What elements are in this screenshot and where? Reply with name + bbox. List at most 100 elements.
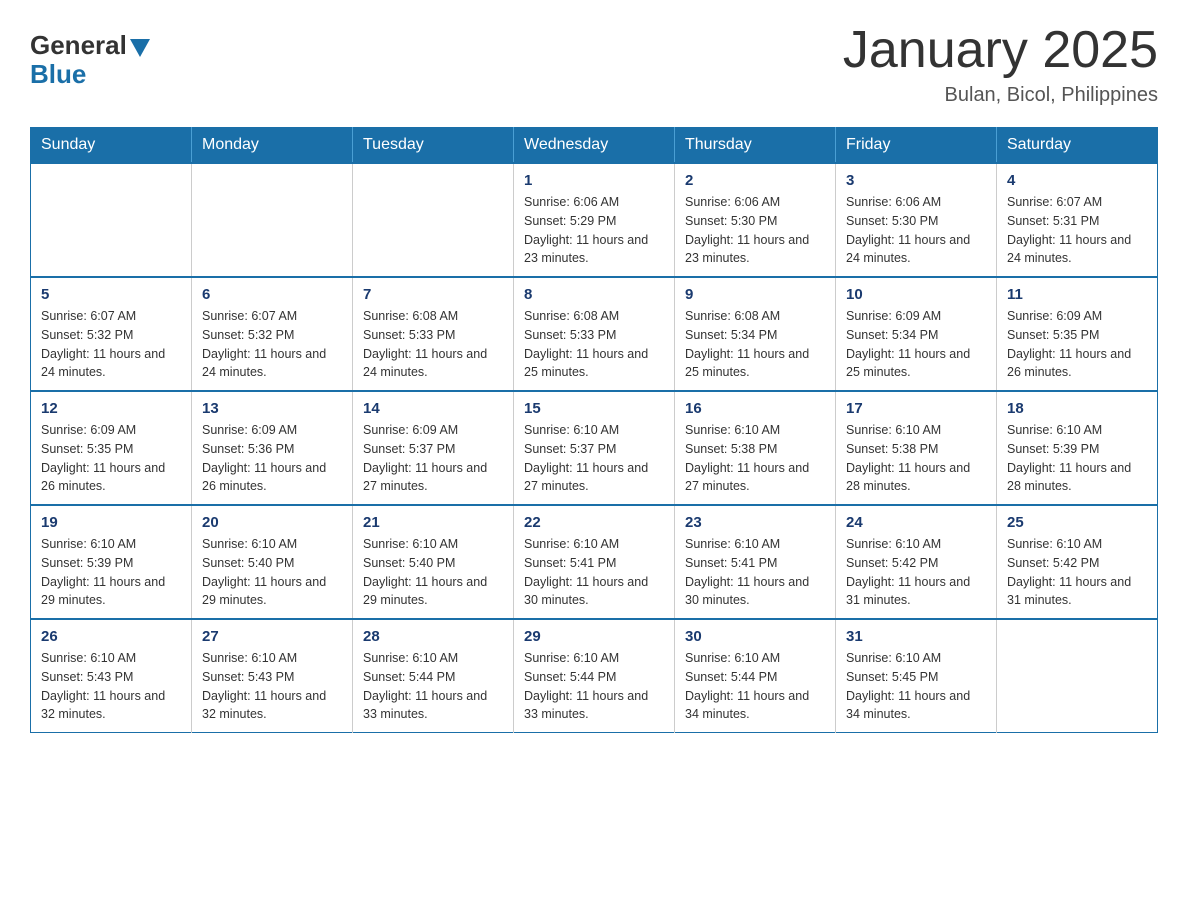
calendar-day-cell: 27 Sunrise: 6:10 AM Sunset: 5:43 PM Dayli…: [192, 619, 353, 733]
day-number: 8: [524, 286, 664, 303]
logo-general-text: General: [30, 30, 150, 61]
calendar-day-cell: 2 Sunrise: 6:06 AM Sunset: 5:30 PM Daylig…: [675, 163, 836, 277]
day-number: 25: [1007, 514, 1147, 531]
day-info: Sunrise: 6:10 AM Sunset: 5:44 PM Dayligh…: [685, 649, 825, 724]
day-number: 18: [1007, 400, 1147, 417]
calendar-day-cell: [353, 163, 514, 277]
header-tuesday: Tuesday: [353, 128, 514, 164]
calendar-week-row: 26 Sunrise: 6:10 AM Sunset: 5:43 PM Dayli…: [31, 619, 1158, 733]
day-number: 22: [524, 514, 664, 531]
calendar-day-cell: 31 Sunrise: 6:10 AM Sunset: 5:45 PM Dayli…: [836, 619, 997, 733]
calendar-week-row: 5 Sunrise: 6:07 AM Sunset: 5:32 PM Daylig…: [31, 277, 1158, 391]
calendar-day-cell: 1Sunrise: 6:06 AM Sunset: 5:29 PM Daylig…: [514, 163, 675, 277]
day-number: 23: [685, 514, 825, 531]
calendar-day-cell: 11Sunrise: 6:09 AM Sunset: 5:35 PM Dayli…: [997, 277, 1158, 391]
calendar-day-cell: 25Sunrise: 6:10 AM Sunset: 5:42 PM Dayli…: [997, 505, 1158, 619]
day-number: 5: [41, 286, 181, 303]
day-number: 2: [685, 172, 825, 189]
day-info: Sunrise: 6:10 AM Sunset: 5:38 PM Dayligh…: [685, 421, 825, 496]
day-info: Sunrise: 6:10 AM Sunset: 5:41 PM Dayligh…: [685, 535, 825, 610]
day-number: 16: [685, 400, 825, 417]
calendar-day-cell: 5 Sunrise: 6:07 AM Sunset: 5:32 PM Daylig…: [31, 277, 192, 391]
day-number: 17: [846, 400, 986, 417]
calendar-day-cell: 20Sunrise: 6:10 AM Sunset: 5:40 PM Dayli…: [192, 505, 353, 619]
day-info: Sunrise: 6:10 AM Sunset: 5:43 PM Dayligh…: [41, 649, 181, 724]
logo-blue-word: Blue: [30, 59, 86, 90]
day-number: 6: [202, 286, 342, 303]
calendar-day-cell: [31, 163, 192, 277]
calendar-day-cell: 13Sunrise: 6:09 AM Sunset: 5:36 PM Dayli…: [192, 391, 353, 505]
day-number: 4: [1007, 172, 1147, 189]
day-info: Sunrise: 6:10 AM Sunset: 5:39 PM Dayligh…: [41, 535, 181, 610]
calendar-day-cell: 6Sunrise: 6:07 AM Sunset: 5:32 PM Daylig…: [192, 277, 353, 391]
calendar-day-cell: 10Sunrise: 6:09 AM Sunset: 5:34 PM Dayli…: [836, 277, 997, 391]
calendar-day-cell: 30 Sunrise: 6:10 AM Sunset: 5:44 PM Dayli…: [675, 619, 836, 733]
day-info: Sunrise: 6:09 AM Sunset: 5:34 PM Dayligh…: [846, 307, 986, 382]
calendar-subtitle: Bulan, Bicol, Philippines: [843, 84, 1158, 107]
calendar-day-cell: [997, 619, 1158, 733]
day-info: Sunrise: 6:06 AM Sunset: 5:30 PM Dayligh…: [685, 193, 825, 268]
day-info: Sunrise: 6:10 AM Sunset: 5:38 PM Dayligh…: [846, 421, 986, 496]
header-sunday: Sunday: [31, 128, 192, 164]
day-info: Sunrise: 6:10 AM Sunset: 5:43 PM Dayligh…: [202, 649, 342, 724]
day-info: Sunrise: 6:10 AM Sunset: 5:40 PM Dayligh…: [363, 535, 503, 610]
calendar-table: Sunday Monday Tuesday Wednesday Thursday…: [30, 127, 1158, 733]
day-number: 9: [685, 286, 825, 303]
day-number: 24: [846, 514, 986, 531]
day-number: 27: [202, 628, 342, 645]
calendar-header: Sunday Monday Tuesday Wednesday Thursday…: [31, 128, 1158, 164]
day-info: Sunrise: 6:08 AM Sunset: 5:34 PM Dayligh…: [685, 307, 825, 382]
header-wednesday: Wednesday: [514, 128, 675, 164]
day-number: 30: [685, 628, 825, 645]
day-number: 21: [363, 514, 503, 531]
calendar-week-row: 12Sunrise: 6:09 AM Sunset: 5:35 PM Dayli…: [31, 391, 1158, 505]
calendar-day-cell: 18 Sunrise: 6:10 AM Sunset: 5:39 PM Dayli…: [997, 391, 1158, 505]
day-info: Sunrise: 6:07 AM Sunset: 5:31 PM Dayligh…: [1007, 193, 1147, 268]
calendar-day-cell: 9 Sunrise: 6:08 AM Sunset: 5:34 PM Daylig…: [675, 277, 836, 391]
header-friday: Friday: [836, 128, 997, 164]
day-info: Sunrise: 6:06 AM Sunset: 5:30 PM Dayligh…: [846, 193, 986, 268]
day-info: Sunrise: 6:10 AM Sunset: 5:41 PM Dayligh…: [524, 535, 664, 610]
calendar-day-cell: 8Sunrise: 6:08 AM Sunset: 5:33 PM Daylig…: [514, 277, 675, 391]
day-info: Sunrise: 6:10 AM Sunset: 5:40 PM Dayligh…: [202, 535, 342, 610]
day-info: Sunrise: 6:10 AM Sunset: 5:44 PM Dayligh…: [524, 649, 664, 724]
calendar-day-cell: 26 Sunrise: 6:10 AM Sunset: 5:43 PM Dayli…: [31, 619, 192, 733]
day-info: Sunrise: 6:07 AM Sunset: 5:32 PM Dayligh…: [41, 307, 181, 382]
calendar-day-cell: 19Sunrise: 6:10 AM Sunset: 5:39 PM Dayli…: [31, 505, 192, 619]
days-of-week-row: Sunday Monday Tuesday Wednesday Thursday…: [31, 128, 1158, 164]
calendar-day-cell: 12Sunrise: 6:09 AM Sunset: 5:35 PM Dayli…: [31, 391, 192, 505]
day-number: 12: [41, 400, 181, 417]
day-info: Sunrise: 6:10 AM Sunset: 5:37 PM Dayligh…: [524, 421, 664, 496]
calendar-day-cell: 15 Sunrise: 6:10 AM Sunset: 5:37 PM Dayli…: [514, 391, 675, 505]
calendar-body: 1Sunrise: 6:06 AM Sunset: 5:29 PM Daylig…: [31, 163, 1158, 733]
day-info: Sunrise: 6:09 AM Sunset: 5:36 PM Dayligh…: [202, 421, 342, 496]
calendar-week-row: 19Sunrise: 6:10 AM Sunset: 5:39 PM Dayli…: [31, 505, 1158, 619]
calendar-day-cell: 28Sunrise: 6:10 AM Sunset: 5:44 PM Dayli…: [353, 619, 514, 733]
calendar-title: January 2025: [843, 20, 1158, 80]
day-number: 11: [1007, 286, 1147, 303]
day-info: Sunrise: 6:10 AM Sunset: 5:45 PM Dayligh…: [846, 649, 986, 724]
calendar-day-cell: 7Sunrise: 6:08 AM Sunset: 5:33 PM Daylig…: [353, 277, 514, 391]
day-number: 15: [524, 400, 664, 417]
header-saturday: Saturday: [997, 128, 1158, 164]
calendar-day-cell: 24 Sunrise: 6:10 AM Sunset: 5:42 PM Dayli…: [836, 505, 997, 619]
calendar-day-cell: 4 Sunrise: 6:07 AM Sunset: 5:31 PM Daylig…: [997, 163, 1158, 277]
calendar-day-cell: [192, 163, 353, 277]
header-thursday: Thursday: [675, 128, 836, 164]
logo-triangle-icon: [130, 39, 150, 57]
day-number: 26: [41, 628, 181, 645]
calendar-day-cell: 21 Sunrise: 6:10 AM Sunset: 5:40 PM Dayli…: [353, 505, 514, 619]
day-number: 31: [846, 628, 986, 645]
day-info: Sunrise: 6:08 AM Sunset: 5:33 PM Dayligh…: [363, 307, 503, 382]
day-number: 14: [363, 400, 503, 417]
calendar-week-row: 1Sunrise: 6:06 AM Sunset: 5:29 PM Daylig…: [31, 163, 1158, 277]
day-info: Sunrise: 6:10 AM Sunset: 5:44 PM Dayligh…: [363, 649, 503, 724]
logo: General Blue: [30, 30, 150, 90]
day-info: Sunrise: 6:10 AM Sunset: 5:39 PM Dayligh…: [1007, 421, 1147, 496]
calendar-day-cell: 14 Sunrise: 6:09 AM Sunset: 5:37 PM Dayli…: [353, 391, 514, 505]
calendar-day-cell: 22 Sunrise: 6:10 AM Sunset: 5:41 PM Dayli…: [514, 505, 675, 619]
page-header: General Blue January 2025 Bulan, Bicol, …: [30, 20, 1158, 107]
day-info: Sunrise: 6:09 AM Sunset: 5:37 PM Dayligh…: [363, 421, 503, 496]
calendar-day-cell: 3Sunrise: 6:06 AM Sunset: 5:30 PM Daylig…: [836, 163, 997, 277]
day-info: Sunrise: 6:10 AM Sunset: 5:42 PM Dayligh…: [846, 535, 986, 610]
